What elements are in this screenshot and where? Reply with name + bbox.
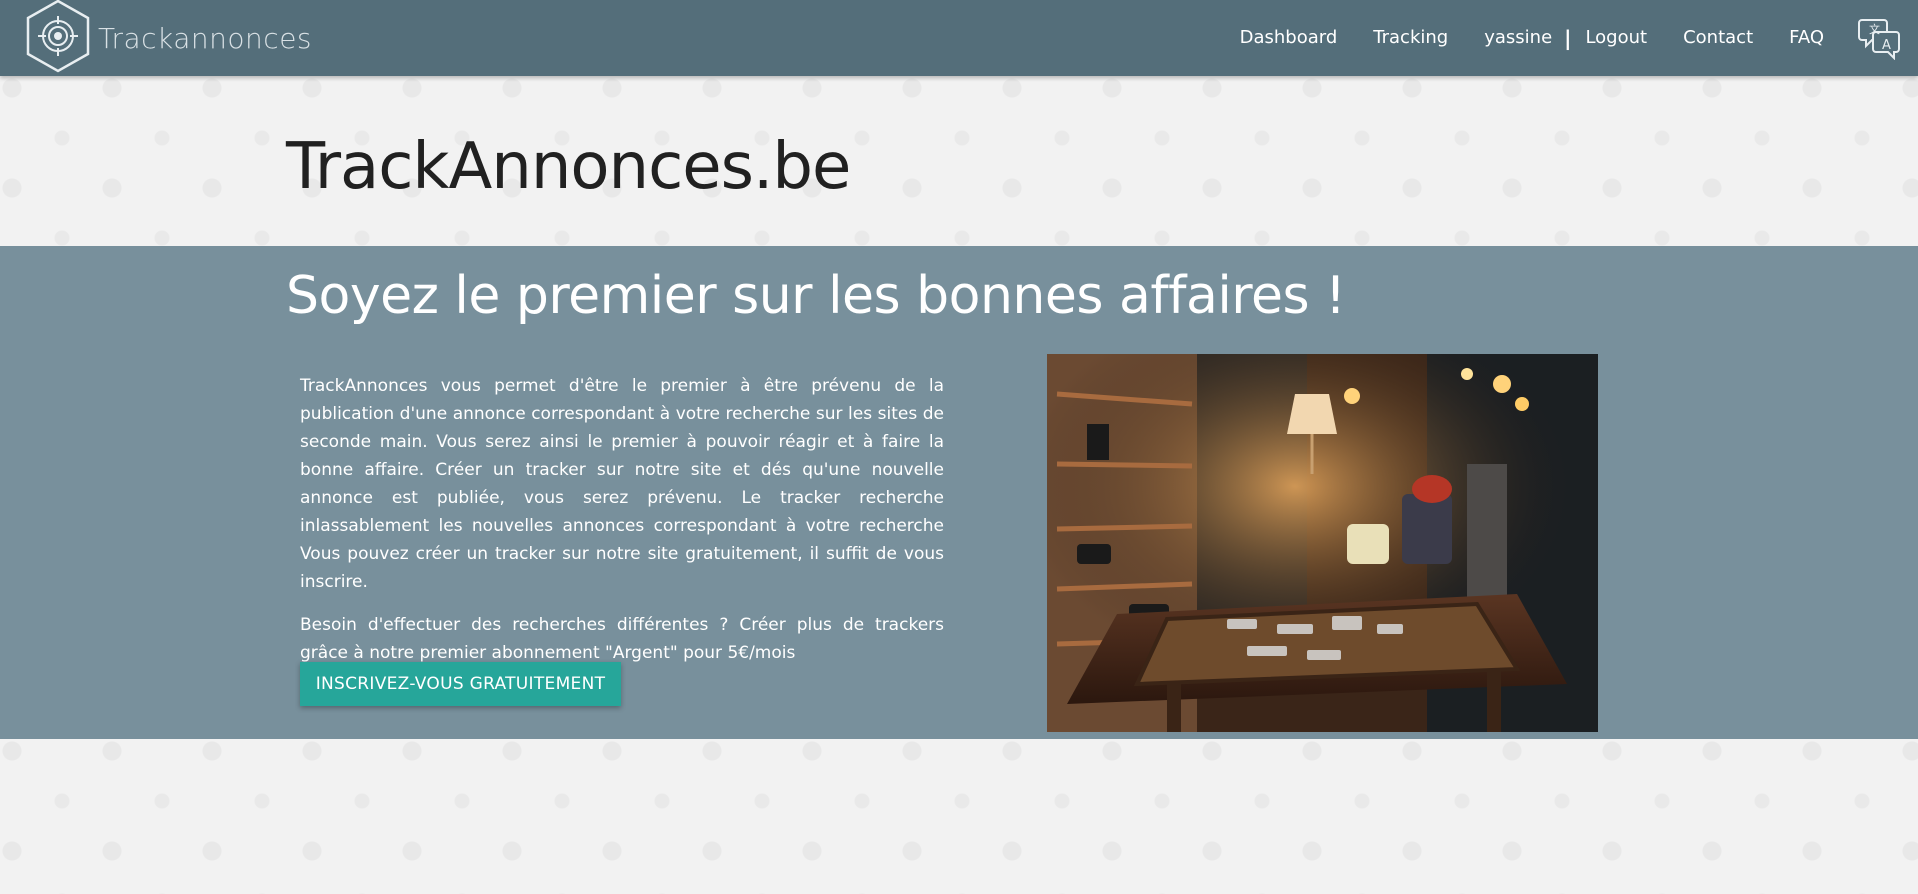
hero-band: Soyez le premier sur les bonnes affaires… [0, 246, 1918, 739]
nav-tracking[interactable]: Tracking [1355, 0, 1466, 76]
title-section: TrackAnnonces.be [0, 76, 1918, 246]
nav-faq[interactable]: FAQ [1771, 0, 1842, 76]
headline: Soyez le premier sur les bonnes affaires… [286, 266, 1346, 326]
bottom-section [0, 739, 1918, 894]
brand-name: Trackannonces [98, 21, 313, 55]
brand-link[interactable]: Trackannonces [24, 0, 312, 76]
svg-text:A: A [1882, 38, 1891, 53]
svg-text:文: 文 [1869, 22, 1880, 36]
nav-separator: | [1564, 26, 1572, 50]
shop-photo [1047, 354, 1598, 732]
nav-contact[interactable]: Contact [1665, 0, 1771, 76]
main-nav: Dashboard Tracking yassine | Logout Cont… [1222, 0, 1918, 76]
intro-paragraph: TrackAnnonces vous permet d'être le prem… [300, 376, 944, 592]
nav-logout[interactable]: Logout [1573, 0, 1665, 76]
signup-button[interactable]: INSCRIVEZ-VOUS GRATUITEMENT [300, 662, 621, 706]
nav-dashboard[interactable]: Dashboard [1222, 0, 1356, 76]
translate-icon[interactable]: 文 A [1842, 0, 1918, 76]
navbar: Trackannonces Dashboard Tracking yassine… [0, 0, 1918, 76]
subscription-paragraph: Besoin d'effectuer des recherches différ… [300, 615, 944, 663]
site-title: TrackAnnonces.be [286, 130, 851, 204]
nav-user[interactable]: yassine [1466, 0, 1562, 76]
hero-copy: TrackAnnonces vous permet d'être le prem… [300, 372, 944, 682]
target-hexagon-icon [24, 0, 92, 78]
